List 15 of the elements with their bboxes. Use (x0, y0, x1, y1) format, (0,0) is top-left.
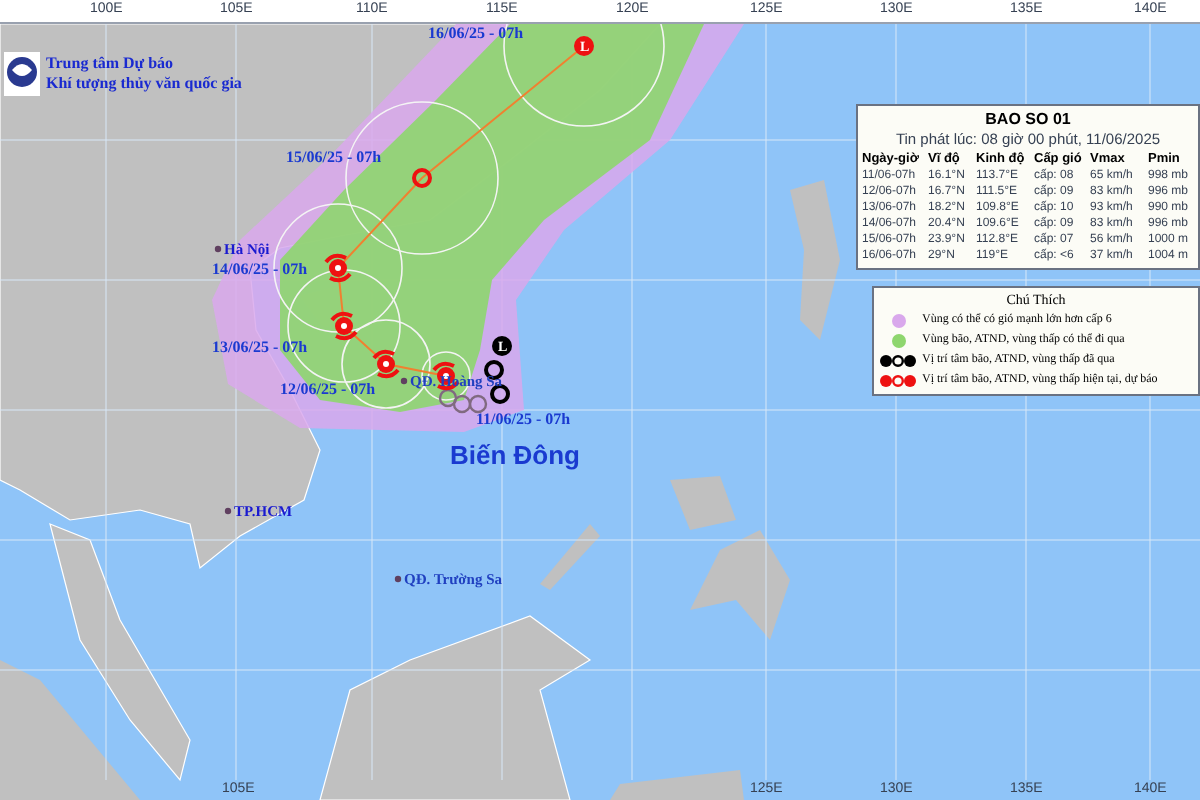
forecast-time-label: 11/06/25 - 07h (476, 410, 571, 428)
agency-name: Trung tâm Dự báo (46, 54, 176, 74)
place-dot-icon (394, 575, 402, 583)
storm-title: BAO SO 01 (983, 110, 1073, 130)
agency-name: Khí tượng thủy văn quốc gia (46, 74, 242, 94)
sea-label: Biến Đông (450, 440, 580, 470)
forecast-time-label: 14/06/25 - 07h (212, 260, 308, 278)
forecast-time-label: 15/06/25 - 07h (286, 148, 382, 166)
island (610, 770, 744, 800)
agency-logo-icon (4, 52, 40, 96)
place-dot-icon (400, 377, 408, 385)
island (540, 524, 600, 590)
place-dot-icon (214, 245, 222, 253)
place-dot-icon (224, 507, 232, 515)
island (0, 660, 140, 800)
